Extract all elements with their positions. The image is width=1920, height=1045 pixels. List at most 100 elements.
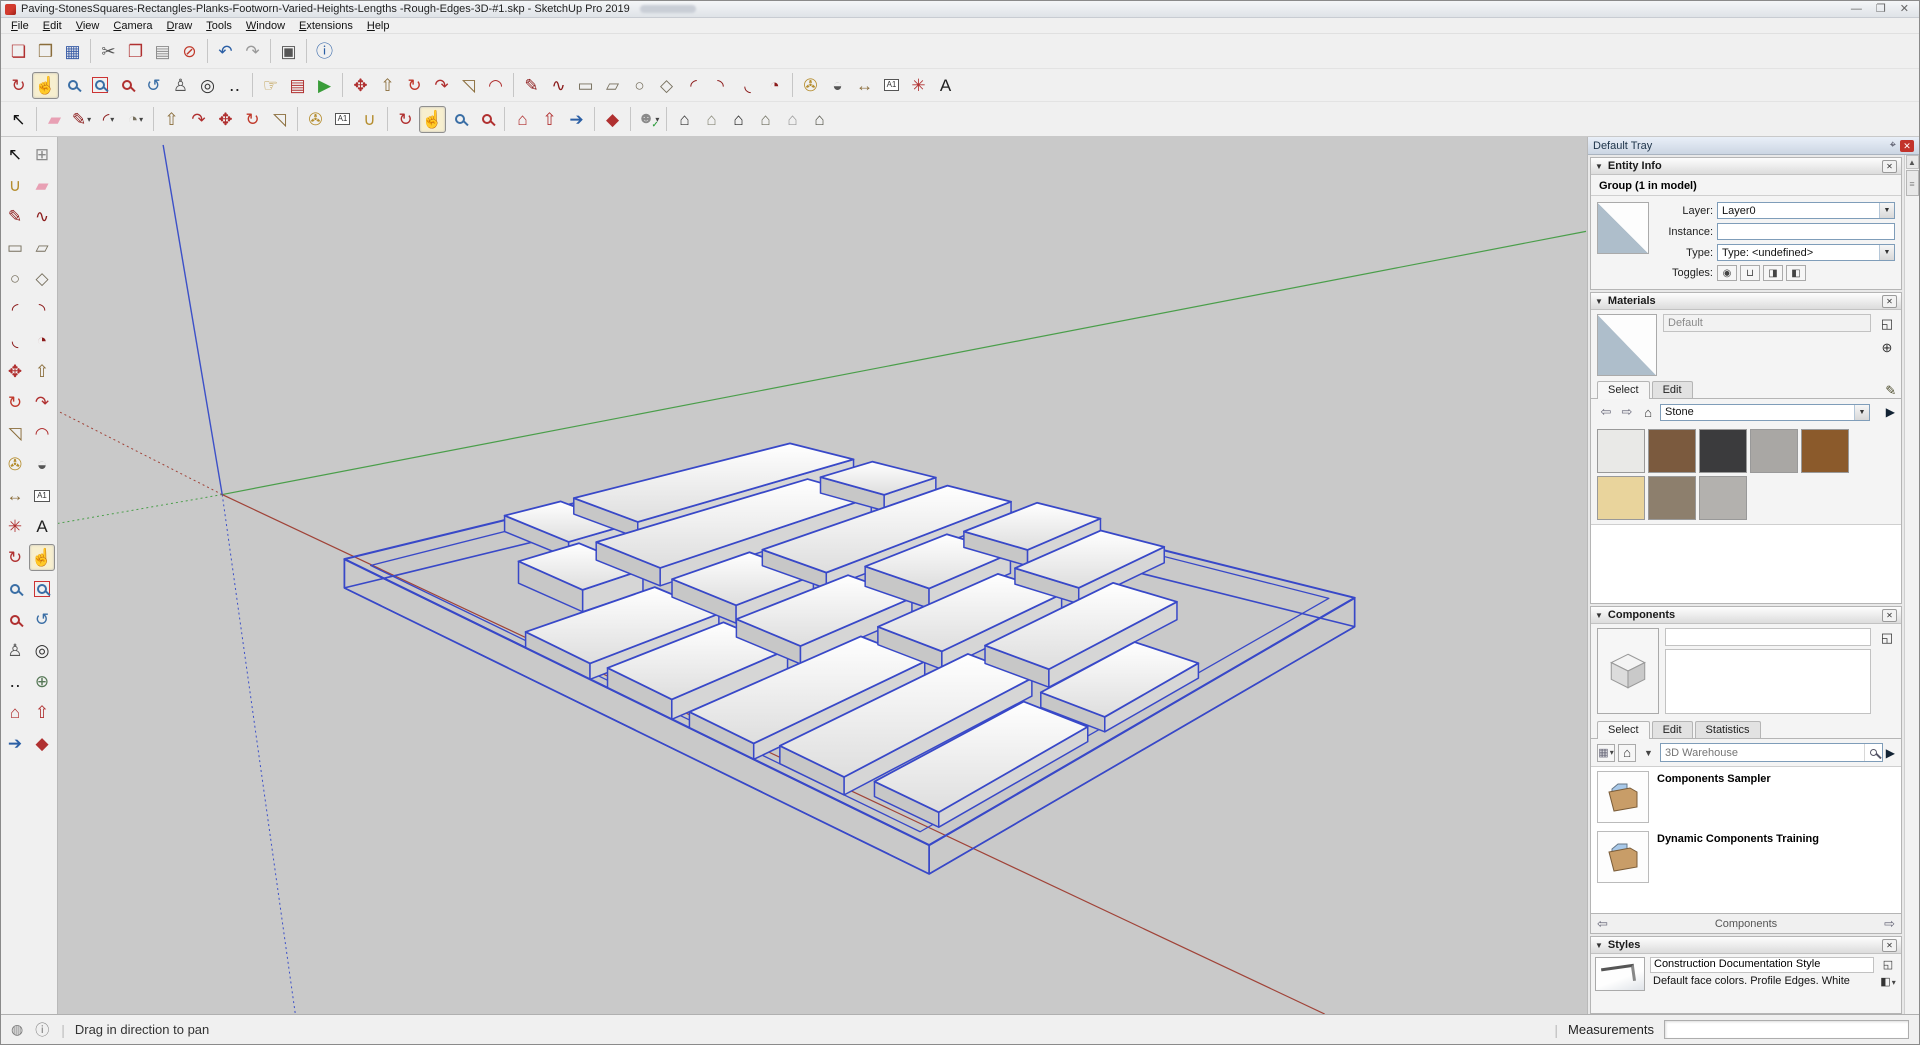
collapse-arrow-icon[interactable]: ▼ (1595, 297, 1603, 306)
dimension-tool[interactable]: ↔ (2, 482, 28, 509)
lock-toggle[interactable]: ⊔ (1740, 265, 1760, 281)
nav-back-icon[interactable]: ⇦ (1597, 916, 1608, 932)
search-input[interactable] (1661, 746, 1864, 759)
new-file-tool[interactable]: ❏ (5, 38, 32, 65)
zoom-window-tool[interactable] (86, 72, 113, 99)
zoom-extents-tool[interactable] (2, 606, 28, 633)
view-left-tool[interactable]: ⌂ (806, 106, 833, 133)
polygon-tool[interactable]: ◇ (29, 265, 55, 292)
circle-tool[interactable]: ○ (626, 72, 653, 99)
collapse-arrow-icon[interactable]: ▼ (1595, 162, 1603, 171)
axes-tool[interactable]: ✳ (905, 72, 932, 99)
component-list-item[interactable]: Components Sampler (1597, 771, 1895, 823)
tape-measure-tool[interactable]: ✇ (302, 106, 329, 133)
protractor-tool[interactable]: ◒ (29, 451, 55, 478)
protractor-tool[interactable]: ◒ (824, 72, 851, 99)
look-around-tool[interactable]: ◎ (29, 637, 55, 664)
styles-close-button[interactable]: ✕ (1882, 938, 1897, 952)
material-swatch-travertine-tan[interactable] (1597, 476, 1645, 520)
materials-close-button[interactable]: ✕ (1882, 294, 1897, 308)
update-style-icon[interactable]: ◧▾ (1880, 975, 1895, 988)
secondary-pane-icon[interactable]: ◱ (1881, 630, 1893, 646)
tab-edit[interactable]: Edit (1651, 721, 1693, 738)
circle-tool[interactable]: ○ (2, 265, 28, 292)
pan-tool[interactable]: ☝ (419, 105, 446, 133)
extension-warehouse-tool[interactable]: ◆ (29, 730, 55, 757)
rectangle-tool[interactable]: ▭ (2, 234, 28, 261)
text-tool[interactable]: A1 (878, 72, 905, 99)
create-material-icon[interactable]: ⊕ (1882, 340, 1893, 356)
model-viewport[interactable] (58, 137, 1587, 1014)
three-point-arc-tool[interactable]: ◟ (2, 327, 28, 354)
rotated-rectangle-tool[interactable]: ▱ (599, 72, 626, 99)
instance-field[interactable] (1717, 223, 1895, 240)
menu-draw[interactable]: Draw (160, 19, 200, 33)
rotate-tool[interactable]: ↻ (2, 389, 28, 416)
view-options-icon[interactable]: ▦ ▾ (1597, 743, 1615, 762)
freehand-tool[interactable]: ∿ (545, 72, 572, 99)
select-tool[interactable]: ↖ (2, 141, 28, 168)
scale-tool[interactable]: ◹ (455, 72, 482, 99)
scale-tool[interactable]: ◹ (2, 420, 28, 447)
walk-tool[interactable]: ‥ (2, 668, 28, 695)
collection-dropdown[interactable]: Stone ▼ (1660, 403, 1870, 421)
back-icon[interactable]: ⇦ (1597, 403, 1615, 421)
menu-camera[interactable]: Camera (106, 19, 159, 33)
dropdown-caret-icon[interactable]: ▾ (87, 115, 91, 124)
move-tool[interactable]: ✥ (212, 106, 239, 133)
nav-forward-icon[interactable]: ⇨ (1884, 916, 1895, 932)
cast-shadows-toggle[interactable]: ◨ (1763, 265, 1783, 281)
section-plane-tool[interactable]: ⊕ (29, 668, 55, 695)
material-swatch-charcoal[interactable] (1699, 429, 1747, 473)
share-model-tool[interactable]: ⇧ (536, 106, 563, 133)
push-pull-tool[interactable]: ⇧ (29, 358, 55, 385)
component-options-tool[interactable]: ▤ (284, 72, 311, 99)
pie-tool[interactable]: ◔ (29, 327, 55, 354)
home-icon[interactable]: ⌂ (1618, 743, 1636, 762)
forward-icon[interactable]: ⇨ (1618, 403, 1636, 421)
text-tool[interactable]: A1 (29, 482, 55, 509)
material-swatch-rock-moss[interactable] (1648, 476, 1696, 520)
style-name[interactable]: Construction Documentation Style (1650, 957, 1874, 973)
menu-tools[interactable]: Tools (199, 19, 239, 33)
pin-icon[interactable]: ⌖ (1890, 139, 1896, 152)
scale-tool[interactable]: ◹ (266, 106, 293, 133)
position-camera-tool[interactable]: ♙ (167, 72, 194, 99)
interact-tool[interactable]: ☞ (257, 72, 284, 99)
scroll-thumb[interactable]: ≡ (1905, 170, 1919, 196)
freehand-tool[interactable]: ∿ (29, 203, 55, 230)
follow-me-tool[interactable]: ↷ (185, 106, 212, 133)
pie-tool[interactable]: ◔ (761, 72, 788, 99)
arc-tool[interactable]: ◜ (2, 296, 28, 323)
shapes-tool[interactable]: ◔ ▾ (122, 106, 149, 133)
component-folder-thumbnail[interactable] (1597, 831, 1649, 883)
visible-toggle[interactable]: ◉ (1717, 265, 1737, 281)
material-swatch-concrete-gray[interactable] (1750, 429, 1798, 473)
dropdown-caret-icon[interactable]: ▾ (139, 115, 143, 124)
view-right-tool[interactable]: ⌂ (752, 106, 779, 133)
position-camera-tool[interactable]: ♙ (2, 637, 28, 664)
select-tool[interactable]: ↖ (5, 106, 32, 133)
geolocation-icon[interactable]: ◍ (11, 1021, 23, 1038)
help-icon[interactable]: ⓘ (35, 1020, 49, 1040)
close-button[interactable]: ✕ (1900, 3, 1909, 15)
view-front-tool[interactable]: ⌂ (725, 106, 752, 133)
zoom-tool[interactable] (446, 106, 473, 133)
two-point-arc-tool[interactable]: ◝ (29, 296, 55, 323)
zoom-previous-tool[interactable]: ↺ (140, 72, 167, 99)
chevron-down-icon[interactable]: ▼ (1639, 744, 1657, 762)
menu-window[interactable]: Window (239, 19, 292, 33)
scroll-up-icon[interactable]: ▲ (1905, 155, 1919, 169)
3d-warehouse-tool[interactable]: ⌂ (509, 106, 536, 133)
collapse-arrow-icon[interactable]: ▼ (1595, 941, 1603, 950)
tape-measure-tool[interactable]: ✇ (2, 451, 28, 478)
erase-tool[interactable]: ⊘ (176, 38, 203, 65)
menu-help[interactable]: Help (360, 19, 397, 33)
sample-paint-icon[interactable]: ✐ (1882, 385, 1898, 396)
make-component-tool[interactable]: ⊞ (29, 141, 55, 168)
three-point-arc-tool[interactable]: ◟ (734, 72, 761, 99)
paste-tool[interactable]: ▤ (149, 38, 176, 65)
orbit-tool[interactable]: ↻ (392, 106, 419, 133)
tab-select[interactable]: Select (1597, 721, 1650, 739)
view-iso-tool[interactable]: ⌂ (671, 106, 698, 133)
